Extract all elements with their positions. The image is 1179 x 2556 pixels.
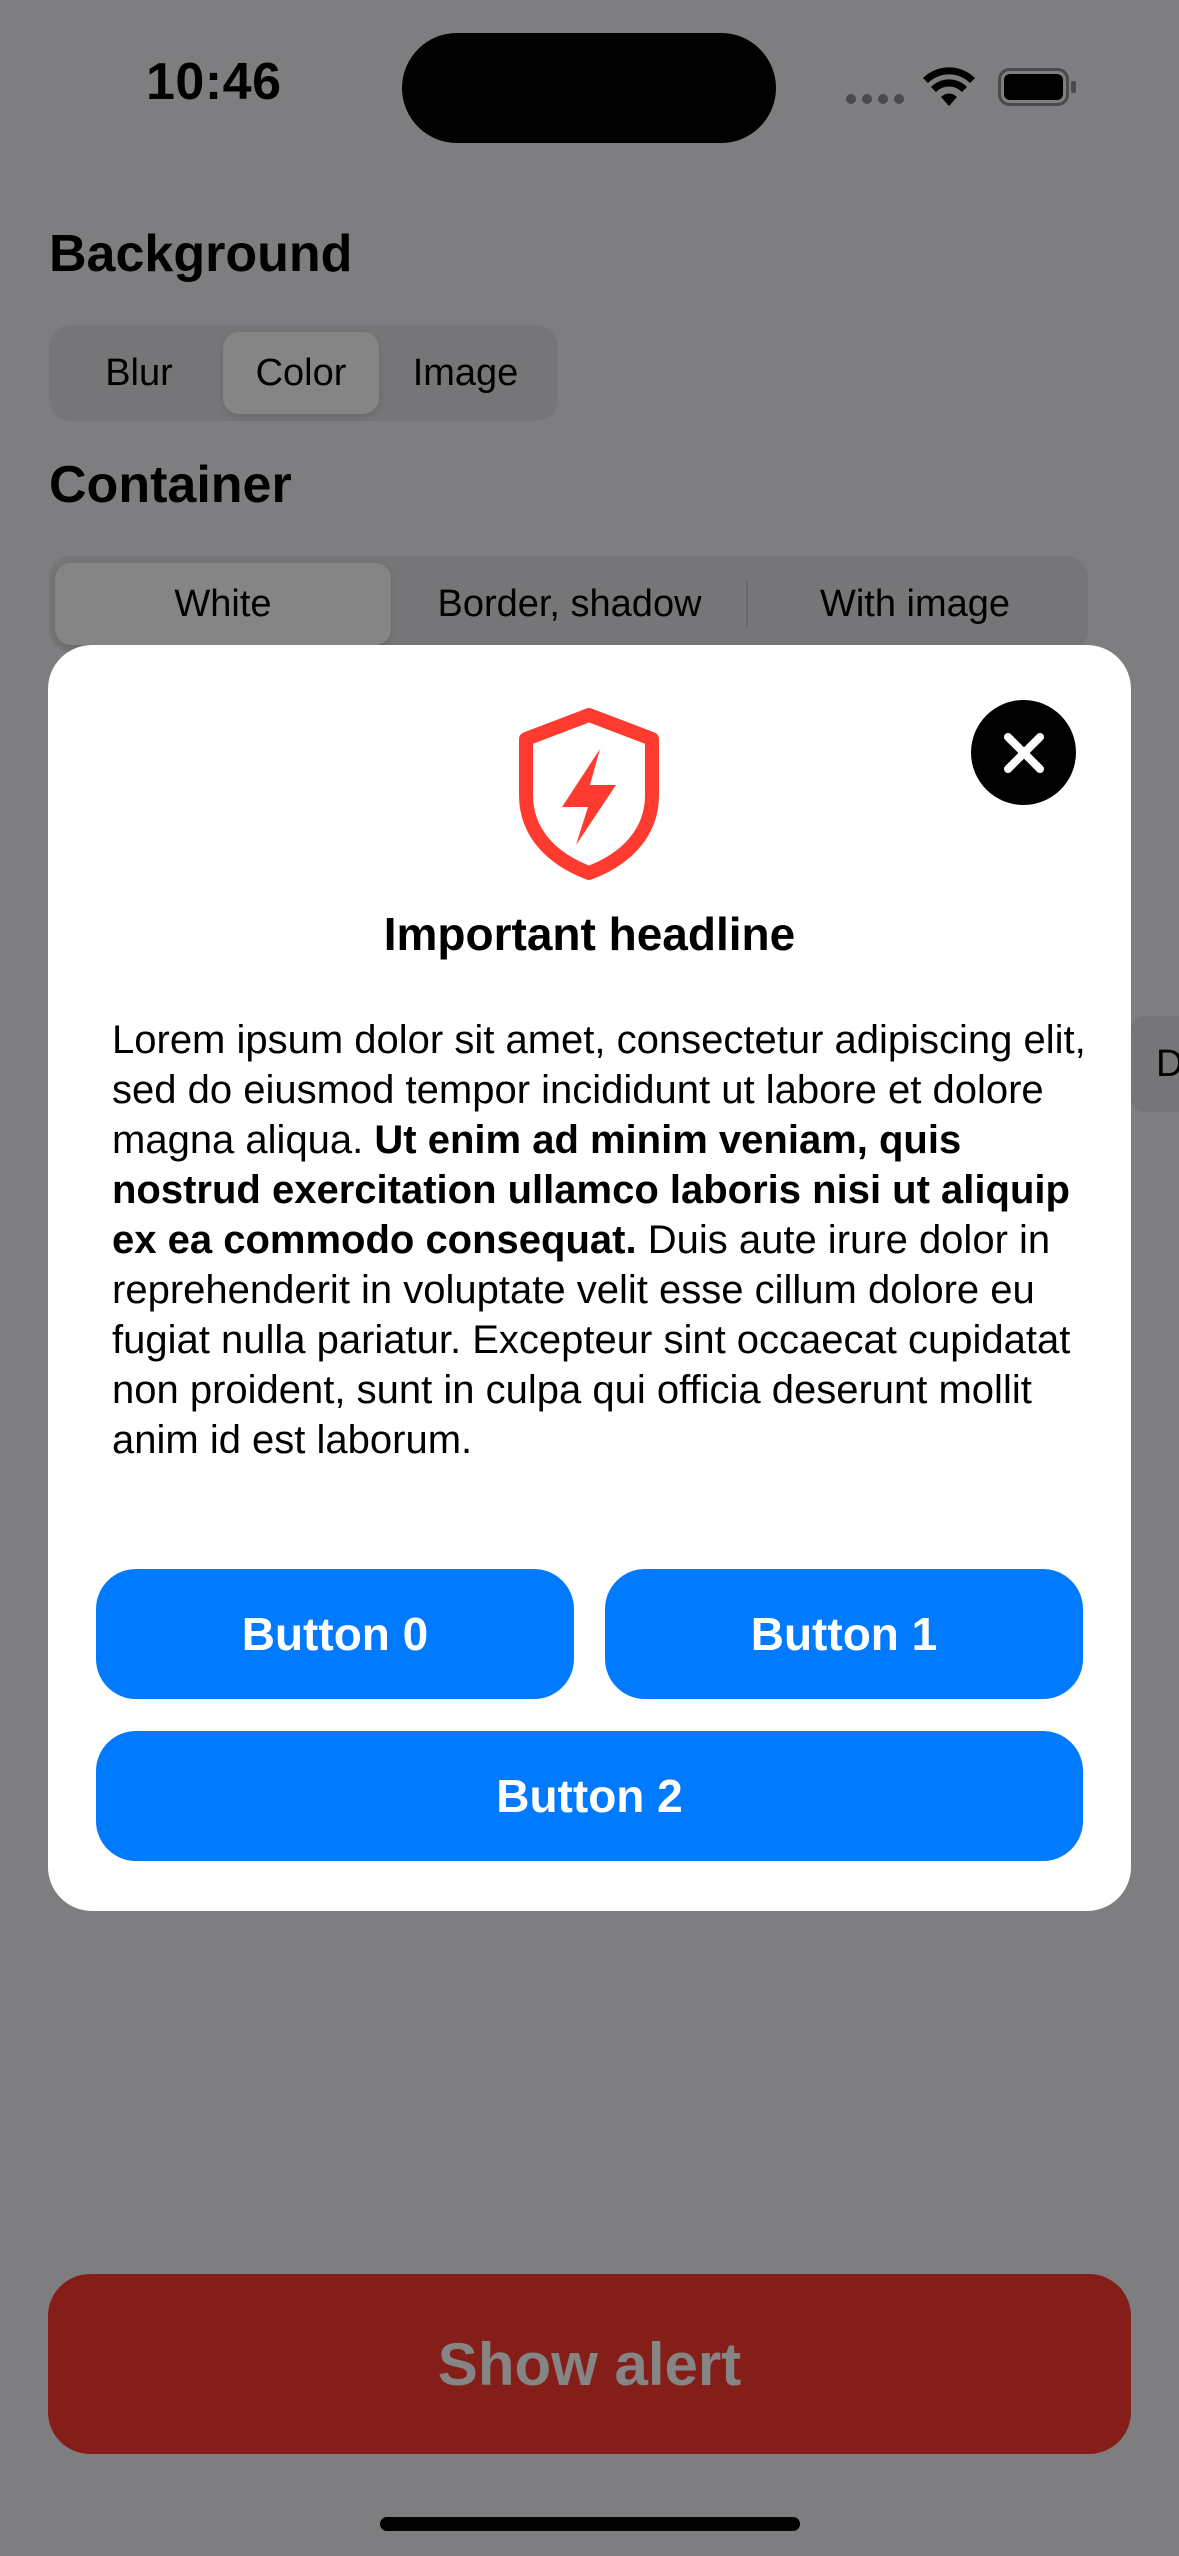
home-indicator — [380, 2517, 800, 2531]
close-icon — [1003, 732, 1044, 773]
shield-bolt-icon — [519, 708, 659, 880]
alert-headline: Important headline — [383, 908, 796, 960]
close-button[interactable] — [971, 700, 1076, 805]
button-1[interactable]: Button 1 — [605, 1569, 1083, 1699]
button-2[interactable]: Button 2 — [96, 1731, 1083, 1861]
dynamic-island — [402, 33, 776, 143]
alert-body: Lorem ipsum dolor sit amet, consectetur … — [112, 1015, 1087, 1465]
alert-card: Important headline Lorem ipsum dolor sit… — [48, 645, 1131, 1911]
button-0[interactable]: Button 0 — [96, 1569, 574, 1699]
